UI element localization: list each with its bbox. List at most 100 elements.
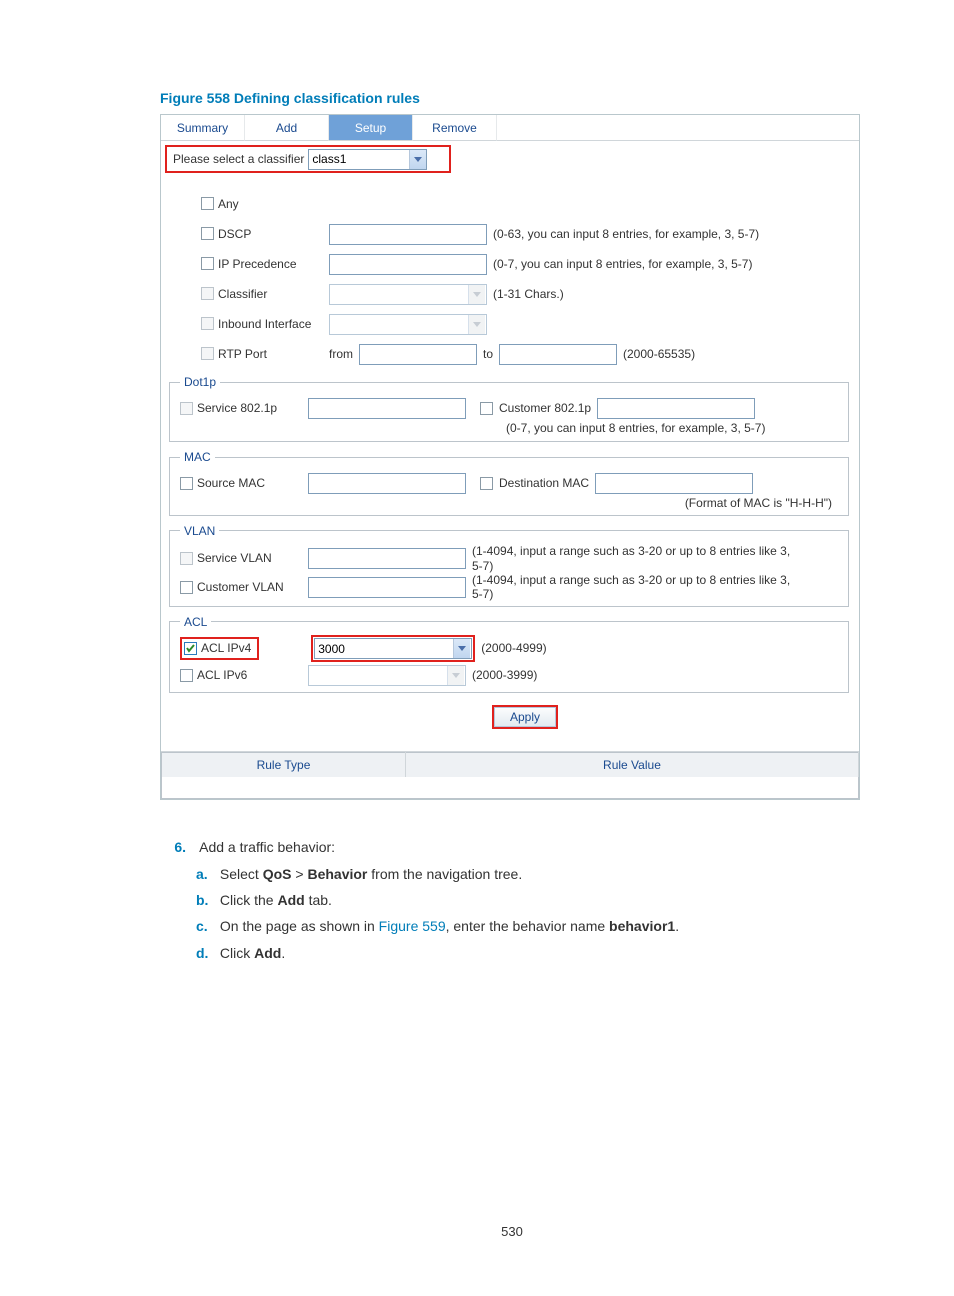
rtp-to-label: to	[483, 347, 493, 361]
mac-group: MAC Source MAC Destination MAC (Format o…	[169, 450, 849, 516]
acl-ipv4-hint: (2000-4999)	[481, 641, 546, 655]
inbound-input[interactable]	[330, 315, 468, 334]
ipprec-hint: (0-7, you can input 8 entries, for examp…	[493, 257, 752, 271]
ipprec-label: IP Precedence	[218, 257, 297, 271]
figure-link[interactable]: Figure 559	[379, 918, 446, 934]
sub-letter-d: d.	[196, 942, 216, 964]
acl-ipv6-checkbox[interactable]	[180, 669, 193, 682]
dest-mac-input[interactable]	[595, 473, 753, 494]
acl-ipv4-combo[interactable]	[314, 638, 472, 659]
mac-legend: MAC	[180, 450, 215, 464]
dot1p-legend: Dot1p	[180, 375, 220, 389]
classifier-combo[interactable]	[308, 149, 427, 170]
steps-area: 6. Add a traffic behavior: a. Select QoS…	[160, 836, 864, 964]
customer-8021p-label: Customer 802.1p	[499, 401, 591, 415]
service-8021p-input[interactable]	[308, 398, 466, 419]
sub-a-mid: >	[291, 866, 307, 882]
classifier-checkbox[interactable]	[201, 287, 214, 300]
customer-8021p-checkbox[interactable]	[480, 402, 493, 415]
rtp-from-label: from	[329, 347, 353, 361]
service-8021p-label: Service 802.1p	[197, 401, 277, 415]
rtp-checkbox[interactable]	[201, 347, 214, 360]
acl-ipv4-label: ACL IPv4	[201, 641, 251, 655]
acl-legend: ACL	[180, 615, 211, 629]
sub-c-mid: , enter the behavior name	[446, 918, 609, 934]
chevron-down-icon[interactable]	[447, 666, 464, 685]
service-vlan-input[interactable]	[308, 548, 466, 569]
step-title: Add a traffic behavior:	[199, 839, 335, 855]
sub-a-pre: Select	[220, 866, 263, 882]
chevron-down-icon[interactable]	[453, 639, 470, 658]
screenshot-panel: Summary Add Setup Remove Please select a…	[160, 114, 860, 800]
dscp-input[interactable]	[329, 224, 487, 245]
sub-letter-a: a.	[196, 863, 216, 885]
figure-caption: Figure 558 Defining classification rules	[160, 90, 864, 106]
classifier-field-input[interactable]	[330, 285, 468, 304]
source-mac-checkbox[interactable]	[180, 477, 193, 490]
sub-b-b: Add	[277, 892, 304, 908]
rule-type-header: Rule Type	[162, 753, 406, 777]
sub-a-b1: QoS	[263, 866, 292, 882]
acl-ipv6-input[interactable]	[309, 666, 447, 685]
inbound-checkbox[interactable]	[201, 317, 214, 330]
vlan-group: VLAN Service VLAN (1-4094, input a range…	[169, 524, 849, 607]
rtp-to-input[interactable]	[499, 344, 617, 365]
classifier-selector-highlight: Please select a classifier	[165, 145, 451, 173]
dot1p-group: Dot1p Service 802.1p Customer 802.1p (0-…	[169, 375, 849, 442]
any-label: Any	[218, 197, 239, 211]
acl-ipv6-label: ACL IPv6	[197, 668, 247, 682]
dot1p-hint: (0-7, you can input 8 entries, for examp…	[506, 421, 838, 437]
acl-ipv6-hint: (2000-3999)	[472, 668, 537, 682]
rtp-hint: (2000-65535)	[623, 347, 695, 361]
any-checkbox[interactable]	[201, 197, 214, 210]
inbound-combo[interactable]	[329, 314, 487, 335]
sub-letter-c: c.	[196, 915, 216, 937]
classifier-label: Please select a classifier	[173, 152, 304, 166]
source-mac-input[interactable]	[308, 473, 466, 494]
customer-vlan-checkbox[interactable]	[180, 581, 193, 594]
classifier-field-hint: (1-31 Chars.)	[493, 287, 564, 301]
tab-setup[interactable]: Setup	[329, 115, 413, 141]
sub-d-b: Add	[254, 945, 281, 961]
service-vlan-checkbox[interactable]	[180, 552, 193, 565]
dscp-hint: (0-63, you can input 8 entries, for exam…	[493, 227, 759, 241]
sub-letter-b: b.	[196, 889, 216, 911]
acl-group: ACL ACL IPv4 (2000-4999)	[169, 615, 849, 693]
tab-add[interactable]: Add	[245, 115, 329, 141]
rtp-from-input[interactable]	[359, 344, 477, 365]
inbound-label: Inbound Interface	[218, 317, 311, 331]
source-mac-label: Source MAC	[197, 476, 265, 490]
rule-value-header: Rule Value	[405, 753, 858, 777]
rule-table: Rule Type Rule Value	[161, 752, 859, 799]
acl-ipv4-checkbox[interactable]	[184, 642, 197, 655]
apply-button[interactable]: Apply	[492, 705, 558, 729]
ipprec-input[interactable]	[329, 254, 487, 275]
acl-ipv6-combo[interactable]	[308, 665, 466, 686]
chevron-down-icon[interactable]	[409, 150, 426, 169]
customer-8021p-input[interactable]	[597, 398, 755, 419]
chevron-down-icon[interactable]	[468, 285, 485, 304]
acl-ipv4-input[interactable]	[315, 639, 453, 658]
classifier-field-combo[interactable]	[329, 284, 487, 305]
dest-mac-label: Destination MAC	[499, 476, 589, 490]
rtp-label: RTP Port	[218, 347, 267, 361]
table-row	[162, 777, 859, 799]
dscp-label: DSCP	[218, 227, 251, 241]
classifier-input[interactable]	[309, 150, 409, 169]
tab-remove[interactable]: Remove	[413, 115, 497, 141]
ipprec-checkbox[interactable]	[201, 257, 214, 270]
customer-vlan-label: Customer VLAN	[197, 580, 284, 594]
mac-hint: (Format of MAC is "H-H-H")	[180, 496, 838, 510]
tab-summary[interactable]: Summary	[161, 115, 245, 141]
customer-vlan-input[interactable]	[308, 577, 466, 598]
dscp-checkbox[interactable]	[201, 227, 214, 240]
dest-mac-checkbox[interactable]	[480, 477, 493, 490]
sub-b-pre: Click the	[220, 892, 278, 908]
service-8021p-checkbox[interactable]	[180, 402, 193, 415]
chevron-down-icon[interactable]	[468, 315, 485, 334]
customer-vlan-hint: (1-4094, input a range such as 3-20 or u…	[472, 573, 802, 602]
service-vlan-label: Service VLAN	[197, 551, 272, 565]
sub-b-post: tab.	[305, 892, 332, 908]
sub-d-pre: Click	[220, 945, 254, 961]
sub-c-pre: On the page as shown in	[220, 918, 379, 934]
